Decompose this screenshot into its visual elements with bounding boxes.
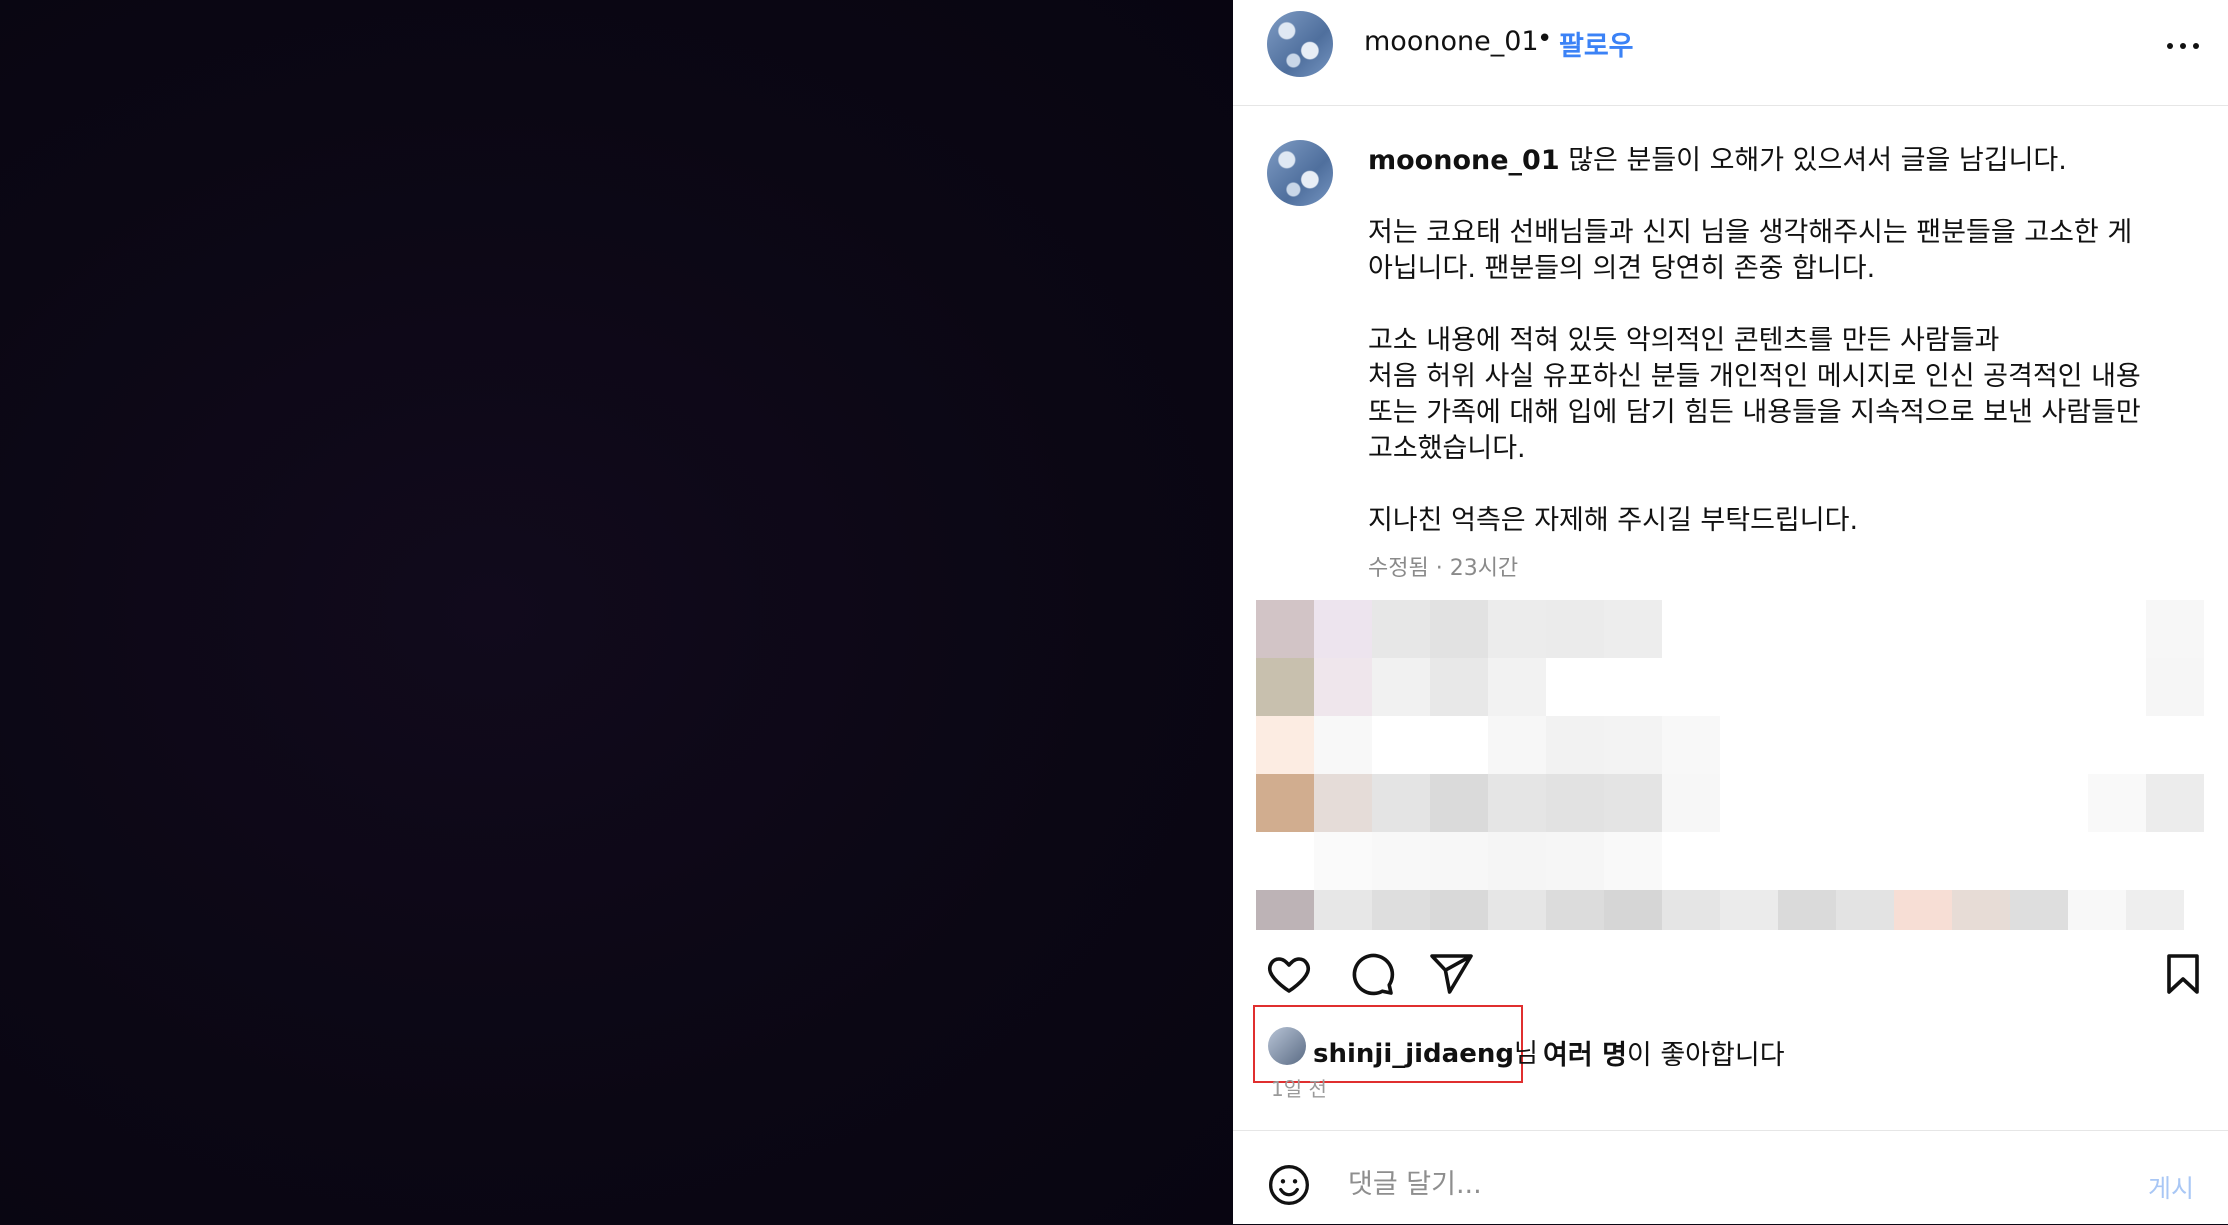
author-avatar[interactable]: [1267, 11, 1333, 77]
pixelated-comments: [1256, 600, 2228, 930]
caption-line: 고소 내용에 적혀 있듯 악의적인 콘텐츠를 만든 사람들과: [1368, 325, 2000, 356]
post-header: moonone_01 • 팔로우: [1233, 0, 2228, 106]
caption-line: 저는 코요태 선배님들과 신지 님을 생각해주시는 팬분들을 고소한 게: [1368, 217, 2133, 248]
post-time-ago: 1일 전: [1271, 1077, 1327, 1101]
post-media: [0, 0, 1233, 1224]
smiley-icon[interactable]: [1267, 1163, 1311, 1207]
caption-line: 처음 허위 사실 유포하신 분들 개인적인 메시지로 인신 공격적인 내용: [1368, 361, 2141, 392]
comment-bubble-icon[interactable]: [1348, 950, 1396, 998]
post-comment-button[interactable]: 게시: [2148, 1169, 2194, 1205]
likes-others[interactable]: 여러 명이 좋아합니다: [1543, 1033, 1785, 1072]
caption-meta: 수정됨 · 23시간: [1368, 556, 1519, 581]
separator-dot: •: [1537, 24, 1553, 54]
caption-line: 아닙니다. 팬분들의 의견 당연히 존중 합니다.: [1368, 253, 1876, 284]
heart-icon[interactable]: [1265, 950, 1313, 998]
post-side-panel: moonone_01 • 팔로우 moonone_01 많은 분들이 오해가 있…: [1233, 0, 2228, 1224]
comment-bar: 게시: [1233, 1130, 2228, 1225]
caption-text: moonone_01 많은 분들이 오해가 있으셔서 글을 남깁니다. 저는 코…: [1368, 143, 2188, 539]
caption-line: 또는 가족에 대해 입에 담기 힘든 내용들을 지속적으로 보낸 사람들만: [1368, 397, 2141, 428]
action-bar: [1233, 940, 2228, 1010]
liker-avatar[interactable]: [1268, 1027, 1306, 1065]
caption-first-line: 많은 분들이 오해가 있으셔서 글을 남깁니다.: [1568, 145, 2067, 176]
caption-avatar[interactable]: [1267, 140, 1333, 206]
follow-button[interactable]: 팔로우: [1559, 24, 1634, 63]
bookmark-icon[interactable]: [2159, 950, 2207, 998]
caption-line: 고소했습니다.: [1368, 433, 1526, 464]
send-icon[interactable]: [1427, 950, 1475, 998]
caption-line: 지나친 억측은 자제해 주시길 부탁드립니다.: [1368, 505, 1859, 536]
caption-username[interactable]: moonone_01: [1368, 145, 1560, 176]
more-options-icon[interactable]: [2163, 30, 2203, 60]
comment-input[interactable]: [1346, 1163, 2050, 1205]
author-username[interactable]: moonone_01: [1364, 26, 1539, 57]
liker-username[interactable]: shinji_jidaeng님: [1313, 1033, 1538, 1070]
